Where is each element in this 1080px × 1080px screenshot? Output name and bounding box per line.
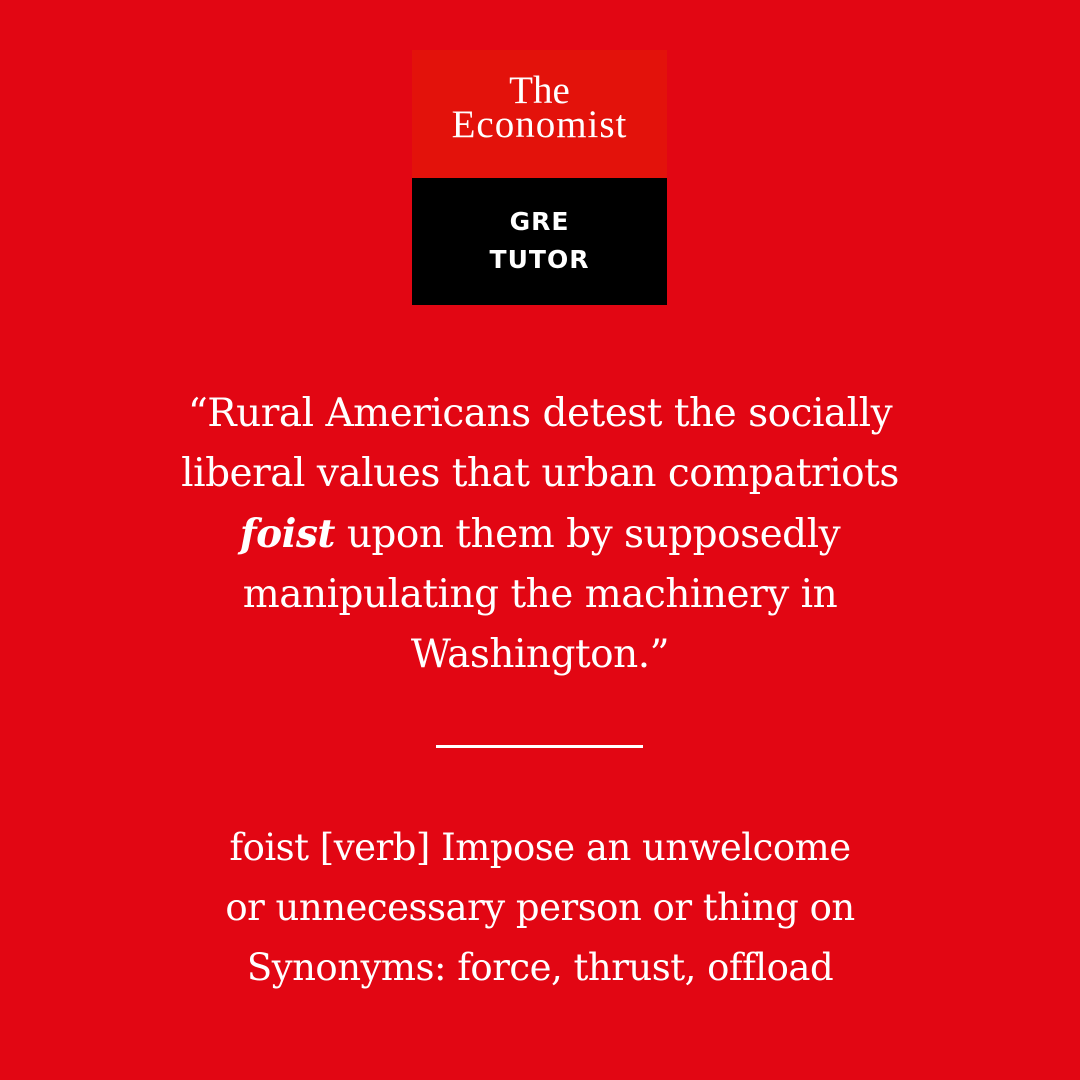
example-quote: “Rural Americans detest the socially lib… <box>110 384 970 685</box>
logo-wordmark-line2: Economist <box>451 103 628 146</box>
quote-line: “Rural Americans detest the socially <box>187 391 893 436</box>
definition-line: foist [verb] Impose an unwelcome <box>229 826 851 869</box>
quote-line: Washington.” <box>410 632 670 677</box>
logo-wordmark-line1: The <box>509 69 570 112</box>
quote-line: manipulating the machinery in <box>242 572 838 617</box>
quote-keyword: foist <box>239 511 336 557</box>
logo-wordmark: The Economist <box>412 50 667 178</box>
synonyms-line: Synonyms: force, thrust, offload <box>246 946 834 989</box>
quote-line-rest: upon them by supposedly <box>334 512 841 557</box>
section-divider <box>436 745 643 748</box>
quote-line: liberal values that urban compatriots <box>181 451 899 496</box>
word-definition: foist [verb] Impose an unwelcome or unne… <box>110 818 970 998</box>
economist-gre-tutor-logo: The Economist GRE TUTOR <box>412 50 667 305</box>
quote-line-with-keyword: foist upon them by supposedly <box>110 504 970 565</box>
logo-product-label: GRE TUTOR <box>412 178 667 305</box>
definition-line: or unnecessary person or thing on <box>225 886 855 929</box>
logo-product-line2: TUTOR <box>489 245 590 274</box>
logo-product-line1: GRE <box>509 207 570 236</box>
